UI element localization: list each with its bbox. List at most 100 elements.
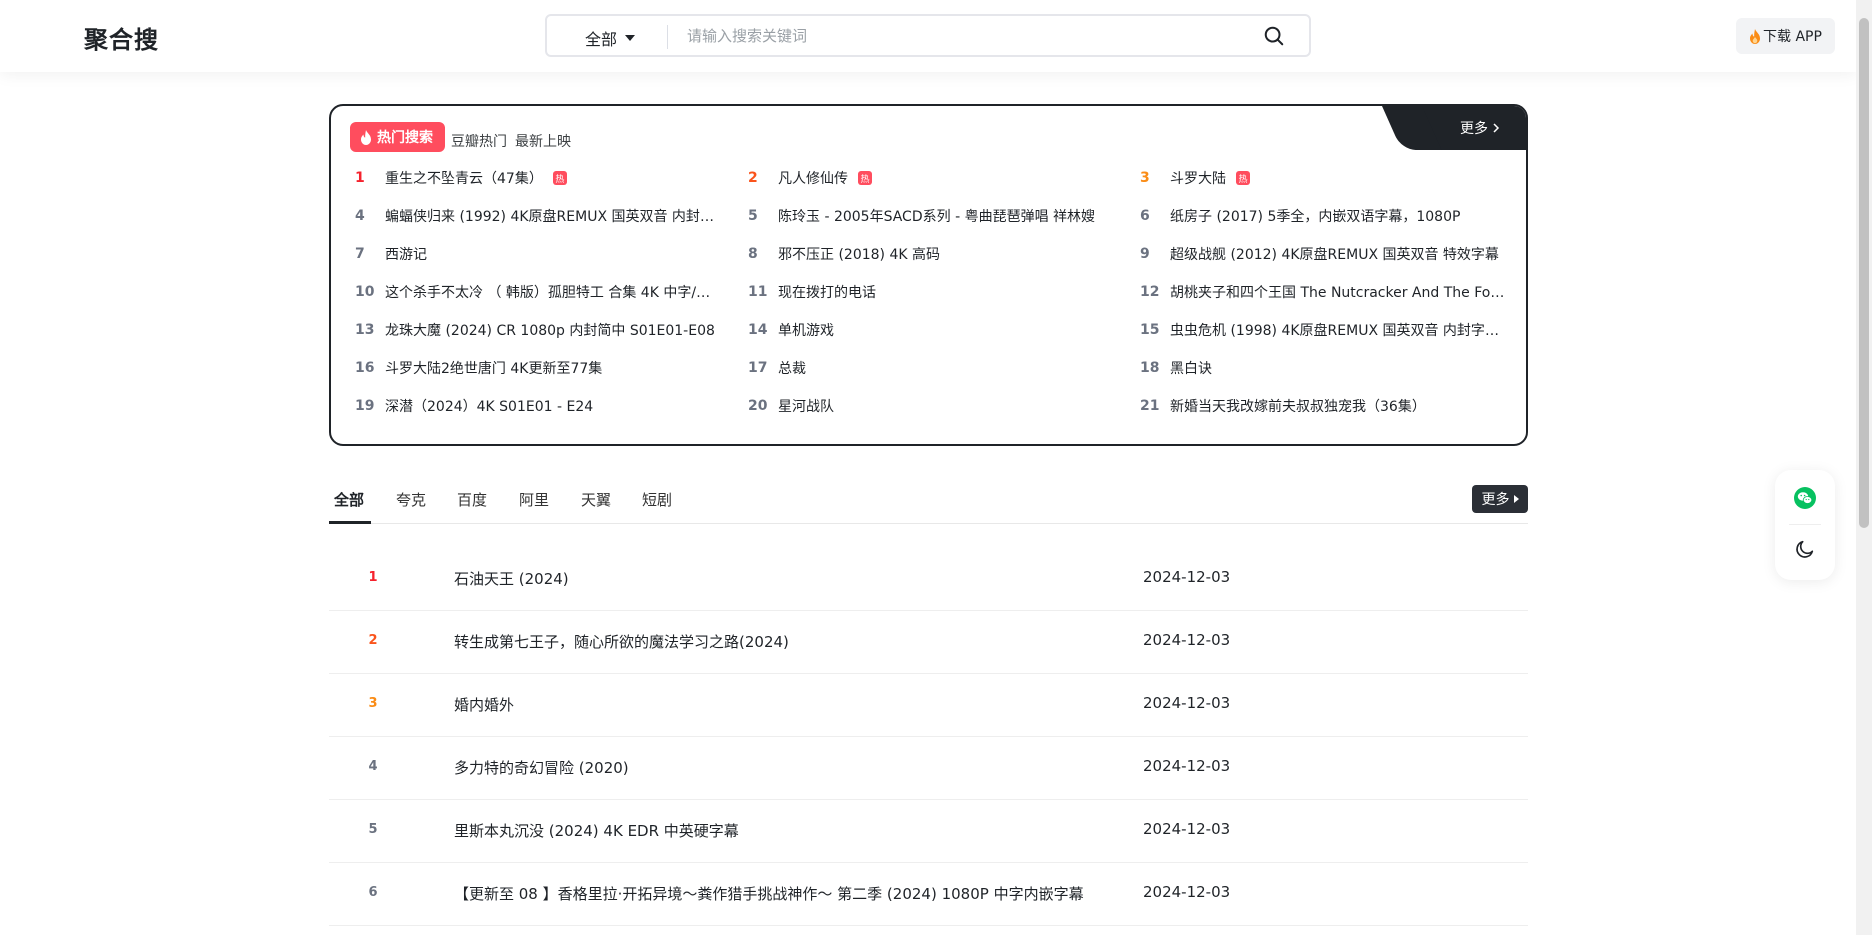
hot-search-badge: 热门搜索 — [350, 122, 445, 152]
caret-down-icon — [625, 35, 636, 41]
result-row[interactable]: 5 里斯本丸沉没 (2024) 4K EDR 中英硬字幕 2024-12-03 — [329, 800, 1528, 863]
hot-search-item[interactable]: 9 超级战舰 (2012) 4K原盘REMUX 国英双音 特效字幕 — [1136, 242, 1499, 266]
scrollbar-thumb[interactable] — [1859, 18, 1869, 528]
result-date: 2024-12-03 — [1143, 631, 1231, 649]
hot-search-item[interactable]: 2 凡人修仙传热 — [744, 166, 872, 190]
hot-item-title: 凡人修仙传 — [778, 171, 848, 187]
wechat-icon[interactable] — [1793, 486, 1817, 510]
moon-icon[interactable] — [1794, 538, 1816, 560]
hot-item-title: 西游记 — [385, 247, 427, 263]
hot-rank-number: 10 — [355, 284, 375, 300]
hot-rank-number: 17 — [748, 360, 768, 376]
hot-rank-number: 20 — [748, 398, 768, 414]
hot-tag-badge: 热 — [552, 171, 567, 185]
hot-search-item[interactable]: 5 陈玲玉 - 2005年SACD系列 - 粤曲琵琶弹唱 祥林嫂 — [744, 204, 1095, 228]
hot-rank-number: 16 — [355, 360, 375, 376]
tab-quark[interactable]: 夸克 — [396, 489, 426, 510]
fire-icon — [1750, 28, 1761, 44]
hot-item-title: 总裁 — [778, 361, 806, 377]
result-rank-number: 3 — [368, 696, 378, 711]
page-scrollbar[interactable] — [1856, 0, 1872, 935]
hot-item-title: 现在拨打的电话 — [778, 285, 876, 301]
result-row[interactable]: 4 多力特的奇幻冒险 (2020) 2024-12-03 — [329, 737, 1528, 800]
hot-rank-number: 12 — [1140, 284, 1160, 300]
hot-search-item[interactable]: 12 胡桃夹子和四个王国 The Nutcracker And The Four … — [1136, 280, 1505, 304]
hot-search-item[interactable]: 18 黑白诀 — [1136, 356, 1212, 380]
search-category-select[interactable]: 全部 — [585, 26, 636, 50]
hot-search-item[interactable]: 8 邪不压正 (2018) 4K 高码 — [744, 242, 940, 266]
result-row[interactable]: 3 婚内婚外 2024-12-03 — [329, 674, 1528, 737]
hot-search-label: 热门搜索 — [377, 130, 433, 146]
result-title[interactable]: 婚内婚外 — [454, 694, 514, 715]
tab-tianyi[interactable]: 天翼 — [581, 489, 611, 510]
search-icon[interactable] — [1263, 25, 1285, 47]
hot-search-item[interactable]: 17 总裁 — [744, 356, 806, 380]
hot-search-item[interactable]: 21 新婚当天我改嫁前夫叔叔独宠我（36集） — [1136, 394, 1426, 418]
hot-rank-number: 14 — [748, 322, 768, 338]
hot-search-item[interactable]: 10 这个杀手不太冷 （ 韩版）孤胆特工 合集 4K 中字/动作 — [351, 280, 720, 304]
result-date: 2024-12-03 — [1143, 883, 1231, 901]
hot-search-item[interactable]: 20 星河战队 — [744, 394, 834, 418]
hot-search-item[interactable]: 1 重生之不坠青云（47集） 热 — [351, 166, 567, 190]
tab-ali[interactable]: 阿里 — [519, 489, 549, 510]
hot-rank-number: 3 — [1140, 170, 1150, 186]
hot-rank-number: 21 — [1140, 398, 1160, 414]
hot-item-title: 虫虫危机 (1998) 4K原盘REMUX 国英双音 内封字幕特效 — [1170, 323, 1505, 339]
download-app-button[interactable]: 下载 APP — [1736, 18, 1835, 54]
site-logo[interactable]: 聚合搜 — [84, 20, 159, 55]
hot-more-link[interactable]: 更多 — [1460, 118, 1500, 138]
hot-search-item[interactable]: 14 单机游戏 — [744, 318, 834, 342]
search-bar: 全部 — [545, 14, 1311, 57]
hot-item-title: 陈玲玉 - 2005年SACD系列 - 粤曲琵琶弹唱 祥林嫂 — [778, 209, 1096, 225]
fire-icon — [361, 129, 371, 145]
result-rank-number: 5 — [368, 822, 378, 837]
hot-rank-number: 8 — [748, 246, 758, 262]
hot-search-item[interactable]: 11 现在拨打的电话 — [744, 280, 876, 304]
top-header: 聚合搜 全部 下载 APP — [0, 0, 1856, 72]
cloud-tabs: 全部 夸克 百度 阿里 天翼 短剧 更多 — [329, 481, 1528, 524]
tabs-more-label: 更多 — [1481, 492, 1510, 508]
tab-baidu[interactable]: 百度 — [457, 489, 487, 510]
hot-search-item[interactable]: 15 虫虫危机 (1998) 4K原盘REMUX 国英双音 内封字幕特效 — [1136, 318, 1505, 342]
tab-short-drama[interactable]: 短剧 — [642, 489, 672, 510]
result-rank-number: 4 — [368, 759, 378, 774]
source-tab-latest[interactable]: 最新上映 — [515, 131, 571, 151]
hot-rank-number: 13 — [355, 322, 375, 338]
search-input[interactable] — [687, 22, 1247, 50]
hot-item-title: 单机游戏 — [778, 323, 834, 339]
result-title[interactable]: 【更新至 08 】香格里拉·开拓异境～粪作猎手挑战神作～ 第二季 (2024) … — [454, 883, 1084, 904]
tabs-more-button[interactable]: 更多 — [1472, 485, 1528, 513]
hot-rank-number: 1 — [355, 170, 365, 186]
hot-rank-number: 15 — [1140, 322, 1160, 338]
hot-rank-number: 19 — [355, 398, 375, 414]
hot-search-item[interactable]: 6 纸房子 (2017) 5季全，内嵌双语字幕，1080P — [1136, 204, 1460, 228]
result-date: 2024-12-03 — [1143, 568, 1231, 586]
hot-search-item[interactable]: 16 斗罗大陆2绝世唐门 4K更新至77集 — [351, 356, 602, 380]
hot-search-panel: 更多 热门搜索 豆瓣热门 最新上映 1 重生之不坠青云（47集）热 2 凡人修仙传热 3… — [329, 104, 1528, 446]
tab-all[interactable]: 全部 — [334, 489, 364, 510]
result-rank-number: 1 — [368, 570, 378, 585]
active-tab-indicator — [329, 521, 371, 524]
hot-search-item[interactable]: 3 斗罗大陆热 — [1136, 166, 1250, 190]
search-divider — [667, 25, 668, 49]
hot-search-item[interactable]: 19 深潜（2024）4K S01E01 - E24 — [351, 394, 593, 418]
hot-item-title: 这个杀手不太冷 （ 韩版）孤胆特工 合集 4K 中字/动作 — [385, 285, 720, 301]
result-title[interactable]: 多力特的奇幻冒险 (2020) — [454, 757, 629, 778]
triangle-right-icon — [1513, 495, 1519, 503]
source-tab-douban[interactable]: 豆瓣热门 — [451, 131, 507, 151]
result-title[interactable]: 里斯本丸沉没 (2024) 4K EDR 中英硬字幕 — [454, 820, 739, 841]
hot-search-item[interactable]: 4 蝙蝠侠归来 (1992) 4K原盘REMUX 国英双音 内封字幕 — [351, 204, 720, 228]
result-row[interactable]: 6 【更新至 08 】香格里拉·开拓异境～粪作猎手挑战神作～ 第二季 (2024)… — [329, 863, 1528, 926]
hot-item-title: 超级战舰 (2012) 4K原盘REMUX 国英双音 特效字幕 — [1170, 247, 1499, 263]
hot-rank-number: 6 — [1140, 208, 1150, 224]
hot-rank-number: 4 — [355, 208, 365, 224]
result-title[interactable]: 转生成第七王子，随心所欲的魔法学习之路(2024) — [454, 631, 789, 652]
result-row[interactable]: 1 石油天王 (2024) 2024-12-03 — [329, 548, 1528, 611]
hot-item-title: 龙珠大魔 (2024) CR 1080p 内封简中 S01E01-E08 — [385, 323, 715, 339]
hot-search-item[interactable]: 7 西游记 — [351, 242, 427, 266]
result-title[interactable]: 石油天王 (2024) — [454, 568, 569, 589]
chevron-right-icon — [1493, 123, 1500, 133]
hot-rank-number: 9 — [1140, 246, 1150, 262]
result-row[interactable]: 2 转生成第七王子，随心所欲的魔法学习之路(2024) 2024-12-03 — [329, 611, 1528, 674]
hot-search-item[interactable]: 13 龙珠大魔 (2024) CR 1080p 内封简中 S01E01-E08 — [351, 318, 715, 342]
